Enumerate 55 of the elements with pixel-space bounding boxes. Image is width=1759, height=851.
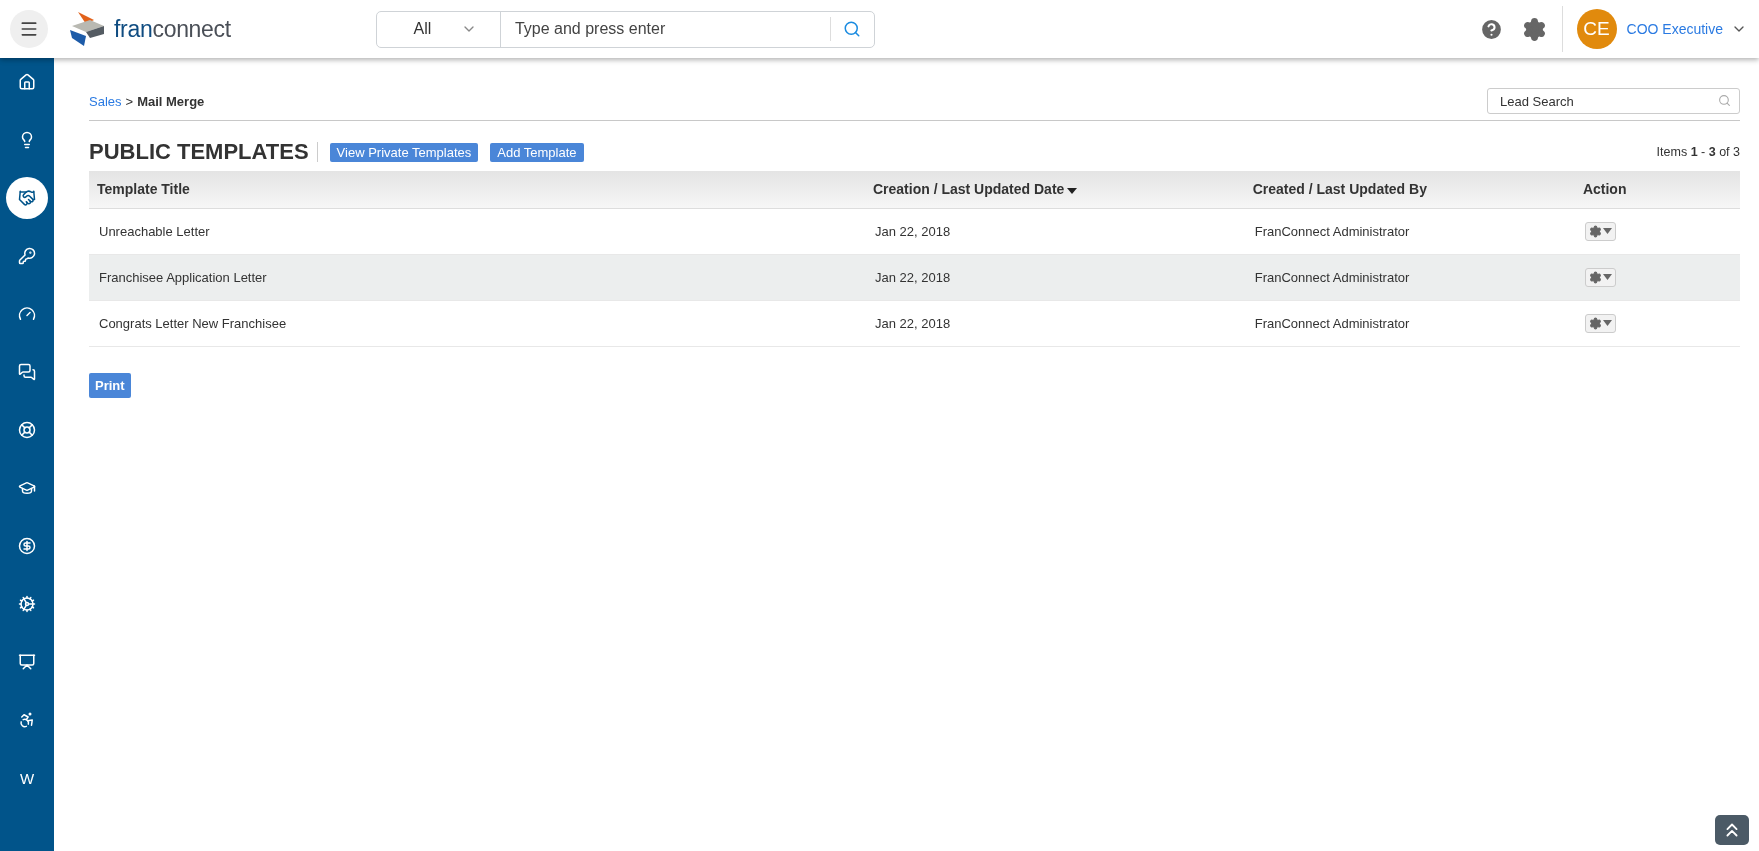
column-header[interactable]: Creation / Last Updated Date: [864, 171, 1245, 208]
money-icon: [18, 537, 36, 555]
gear-icon: [18, 595, 36, 613]
menu-button[interactable]: [10, 10, 48, 48]
breadcrumb-link[interactable]: Sales: [89, 93, 122, 109]
search-icon: [843, 20, 862, 38]
graduation-cap-icon: [18, 479, 36, 497]
action-button[interactable]: Add Template: [490, 142, 584, 162]
caret-icon: [1602, 228, 1612, 234]
home-icon: [18, 73, 36, 91]
print-button[interactable]: Print: [89, 372, 131, 398]
table-cell: Unreachable Letter: [89, 208, 865, 254]
user-menu[interactable]: COO Executive: [1626, 21, 1747, 37]
search-field[interactable]: All Type and press enter: [375, 10, 875, 48]
caret-icon: [1602, 274, 1612, 280]
breadcrumb-separator: >: [125, 93, 134, 109]
accessibility-icon: [18, 711, 36, 729]
caret-icon: [1602, 320, 1612, 326]
gear-icon: [1588, 270, 1602, 284]
breadcrumb-current: Mail Merge: [137, 93, 205, 109]
sidebar-item[interactable]: [6, 177, 48, 219]
scope-dropdown[interactable]: All: [376, 11, 501, 47]
search-icon: [1718, 94, 1731, 107]
lead-search-field[interactable]: Lead Search: [1487, 88, 1740, 114]
column-header[interactable]: Template Title: [89, 171, 865, 208]
presentation-icon: [18, 653, 36, 671]
lifebuoy-icon: [18, 421, 36, 439]
menu-icon: [19, 19, 39, 39]
table-cell: FranConnect Administrator: [1244, 208, 1575, 254]
action-button[interactable]: View Private Templates: [329, 142, 479, 162]
action-menu-button[interactable]: [1584, 267, 1616, 287]
action-menu-button[interactable]: [1584, 313, 1616, 333]
gear-icon: [1588, 224, 1602, 238]
table-cell: FranConnect Administrator: [1244, 300, 1575, 346]
column-header[interactable]: Action: [1574, 171, 1740, 208]
gauge-icon: [18, 305, 36, 323]
handshake-icon: [18, 189, 36, 207]
settings-icon: [1521, 16, 1547, 42]
column-header[interactable]: Created / Last Updated By: [1244, 171, 1575, 208]
logo-text: franconnect: [114, 15, 231, 43]
gear-icon: [1588, 316, 1602, 330]
key-icon: [18, 247, 36, 265]
action-menu-button[interactable]: [1584, 221, 1616, 241]
table-cell: Franchisee Application Letter: [89, 254, 865, 300]
table-cell: Jan 22, 2018: [864, 208, 1245, 254]
table-cell: Congrats Letter New Franchisee: [89, 300, 865, 346]
scroll-top-button[interactable]: [1715, 815, 1749, 845]
table-cell: Jan 22, 2018: [864, 300, 1245, 346]
chat-icon: [18, 363, 36, 381]
table-cell: FranConnect Administrator: [1244, 254, 1575, 300]
sidebar-item[interactable]: W: [6, 757, 48, 799]
items-count: Items 1 - 3 of 3: [1656, 145, 1740, 159]
user-avatar: CE: [1576, 9, 1617, 49]
table-cell: Jan 22, 2018: [864, 254, 1245, 300]
page-title: PUBLIC TEMPLATES: [89, 142, 318, 162]
